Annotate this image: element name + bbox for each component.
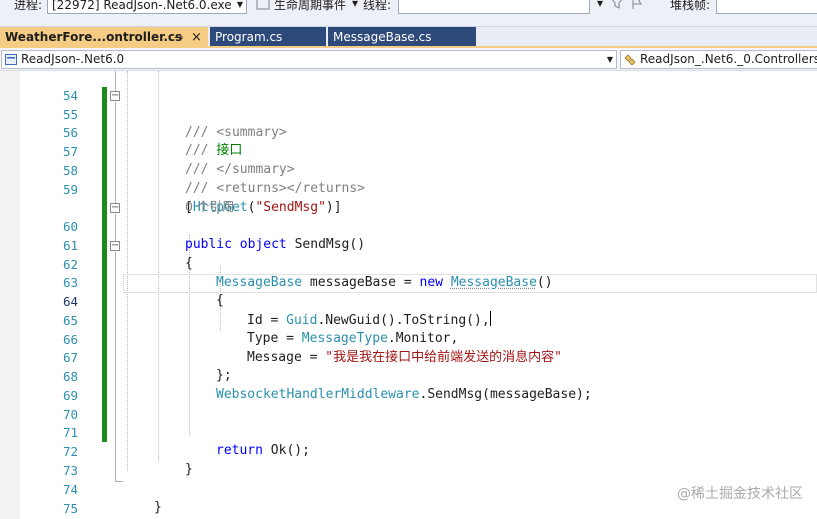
chevron-down-icon: ▼ [236, 0, 243, 9]
code-line: 67 }; [0, 330, 817, 384]
code-line: 62 MessageBase messageBase = new Message… [0, 237, 817, 291]
brace: } [154, 500, 162, 516]
tab-weatherforecast-controller[interactable]: WeatherFore...ontroller.cs ⊸ × [0, 27, 208, 48]
lifecycle-events-label[interactable]: 生命周期事件 [274, 0, 346, 13]
tab-label: Program.cs [215, 30, 283, 44]
chevron-down-icon: ▼ [606, 55, 613, 64]
code-line: 73 [0, 443, 817, 478]
chevron-down-icon[interactable]: ▾ [597, 0, 603, 10]
tab-program[interactable]: Program.cs [210, 27, 326, 48]
thread-label: 线程: [363, 0, 392, 12]
code-line: 66 Message = "我是我在接口中给前端发送的消息内容" [0, 312, 817, 366]
class-dropdown[interactable]: ReadJson_.Net6._0.Controllers.W [620, 50, 817, 69]
document-tabs: WeatherFore...ontroller.cs ⊸ × Program.c… [0, 27, 817, 48]
code-line: 63 { [0, 255, 817, 309]
code-line: 57 /// </summary> [0, 124, 817, 178]
line-number: 75 [62, 500, 78, 516]
process-dropdown[interactable]: [22972] ReadJson-.Net6.0.exe ▼ [47, 0, 247, 14]
class-name: ReadJson_.Net6._0.Controllers.W [640, 52, 817, 66]
code-line: 71 return Ok(); [0, 405, 817, 459]
tab-label: MessageBase.cs [333, 30, 432, 44]
debug-toolbar: 进程: [22972] ReadJson-.Net6.0.exe ▼ 生命周期事… [0, 0, 817, 27]
code-line: 68 WebsocketHandlerMiddleware.SendMsg(me… [0, 349, 817, 403]
filter-icon[interactable] [610, 0, 624, 10]
close-icon[interactable]: × [191, 27, 202, 48]
class-icon [624, 54, 636, 65]
code-line: 54 [0, 68, 817, 103]
code-line: 59 [HttpGet("SendMsg")] [0, 162, 817, 216]
process-label: 进程: [14, 0, 43, 12]
code-line: 74 } [0, 462, 817, 516]
code-line: 58 /// <returns></returns> [0, 143, 817, 197]
lifecycle-icon[interactable] [256, 0, 270, 10]
code-line: 65 Type = MessageType.Monitor, [0, 293, 817, 347]
tab-messagebase[interactable]: MessageBase.cs [328, 27, 476, 48]
tab-label: WeatherFore...ontroller.cs [5, 30, 183, 44]
code-line: 55 /// <summary> [0, 87, 817, 141]
pin-icon[interactable]: ⊸ [174, 27, 183, 48]
flag-icon[interactable] [630, 0, 644, 10]
stack-frame-dropdown[interactable] [716, 0, 817, 14]
codelens-line: 0 个引用 [0, 179, 817, 214]
code-line: 61 { [0, 218, 817, 272]
current-code-line: 64 Id = Guid.NewGuid().ToString(), [0, 274, 817, 328]
code-line: 72 } [0, 424, 817, 478]
project-name: ReadJson-.Net6.0 [21, 52, 125, 66]
chevron-down-icon[interactable]: ▾ [352, 0, 358, 10]
code-line: 69 [0, 368, 817, 403]
code-editor[interactable]: − − − 54 55 /// <summary> 56 /// 接口 57 /… [0, 71, 817, 519]
code-line: 70 [0, 387, 817, 422]
project-dropdown[interactable]: ReadJson-.Net6.0 ▼ [1, 50, 617, 69]
code-line: 60 public object SendMsg() [0, 199, 817, 253]
watermark: @稀土掘金技术社区 [677, 486, 803, 502]
stack-frame-label: 堆栈帧: [670, 0, 711, 12]
thread-dropdown[interactable] [398, 0, 590, 14]
code-line: 56 /// 接口 [0, 105, 817, 159]
project-icon [5, 54, 17, 65]
process-value: [22972] ReadJson-.Net6.0.exe [52, 0, 232, 12]
